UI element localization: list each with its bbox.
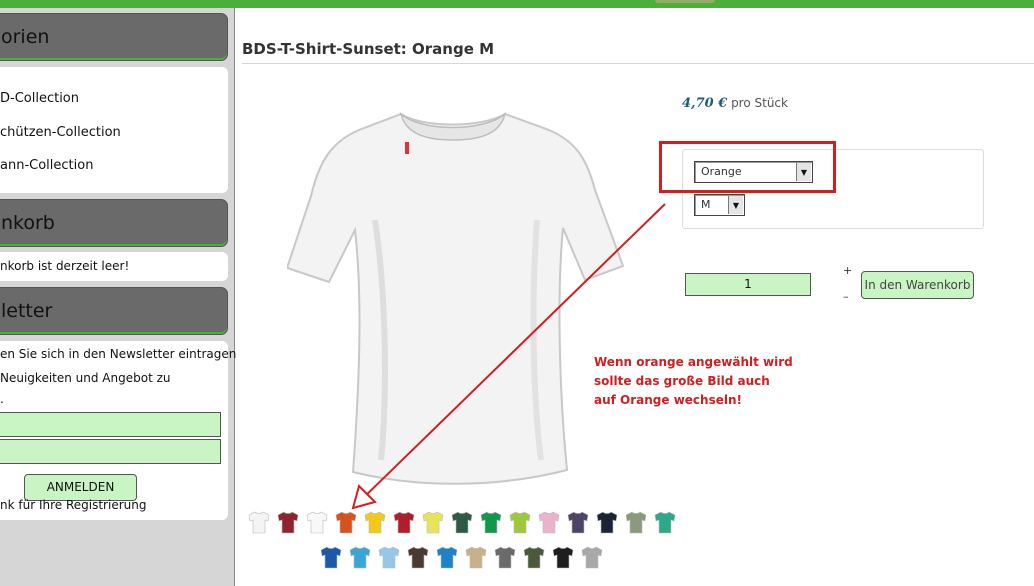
color-swatch[interactable] bbox=[479, 510, 503, 534]
subscribe-button[interactable]: ANMELDEN bbox=[24, 474, 137, 501]
categories-box: D-Collection chützen-Collection ann-Coll… bbox=[0, 67, 228, 193]
color-swatch[interactable] bbox=[537, 510, 561, 534]
price-value: 4,70 € bbox=[682, 96, 728, 111]
color-swatch[interactable] bbox=[551, 545, 575, 569]
tshirt-swatch-icon bbox=[407, 546, 429, 569]
quantity-minus[interactable]: – bbox=[843, 290, 849, 303]
newsletter-text: . bbox=[0, 392, 4, 406]
quantity-plus[interactable]: + bbox=[843, 264, 852, 277]
product-image[interactable] bbox=[287, 100, 627, 486]
annotation-line: auf Orange wechseln! bbox=[594, 393, 742, 407]
color-swatch[interactable] bbox=[464, 545, 488, 569]
color-swatch[interactable] bbox=[276, 510, 300, 534]
color-swatch[interactable] bbox=[566, 510, 590, 534]
annotation-line: sollte das große Bild auch bbox=[594, 374, 770, 388]
newsletter-text: Neuigkeiten und Angebot zu bbox=[0, 371, 171, 385]
tshirt-swatch-icon bbox=[494, 546, 516, 569]
tshirt-swatch-icon bbox=[320, 546, 342, 569]
color-swatch[interactable] bbox=[522, 545, 546, 569]
tshirt-swatch-icon bbox=[523, 546, 545, 569]
product-main: BDS-T-Shirt-Sunset: Orange M 4,70 € pro … bbox=[235, 8, 1034, 586]
cart-empty-text: nkorb ist derzeit leer! bbox=[0, 259, 130, 273]
size-select[interactable]: M ▼ bbox=[694, 194, 745, 216]
tshirt-swatch-icon bbox=[552, 546, 574, 569]
tshirt-swatch-icon bbox=[436, 546, 458, 569]
color-swatch[interactable] bbox=[493, 545, 517, 569]
newsletter-thanks-text: nk für Ihre Registrierung bbox=[0, 498, 147, 512]
tshirt-swatch-icon bbox=[378, 546, 400, 569]
color-swatch[interactable] bbox=[421, 510, 445, 534]
tshirt-swatch-icon bbox=[422, 511, 444, 534]
add-to-cart-button[interactable]: In den Warenkorb bbox=[861, 271, 974, 299]
color-swatch[interactable] bbox=[363, 510, 387, 534]
color-swatch[interactable] bbox=[653, 510, 677, 534]
tshirt-swatch-icon bbox=[248, 511, 270, 534]
cart-box: nkorb ist derzeit leer! bbox=[0, 252, 228, 281]
newsletter-title: letter bbox=[1, 300, 53, 322]
categories-title: orien bbox=[1, 26, 50, 48]
tshirt-swatch-icon bbox=[364, 511, 386, 534]
tshirt-swatch-icon bbox=[451, 511, 473, 534]
category-link[interactable]: chützen-Collection bbox=[0, 125, 121, 140]
tshirt-body bbox=[287, 112, 625, 485]
tshirt-swatch-icon bbox=[654, 511, 676, 534]
category-link[interactable]: D-Collection bbox=[0, 91, 79, 106]
annotation-note: Wenn orange angewählt wird sollte das gr… bbox=[594, 353, 793, 410]
newsletter-email-field[interactable] bbox=[0, 439, 221, 464]
sidebar: orien D-Collection chützen-Collection an… bbox=[0, 8, 237, 586]
categories-header: orien bbox=[0, 13, 228, 61]
newsletter-name-field[interactable] bbox=[0, 412, 221, 437]
size-select-value: M bbox=[701, 198, 711, 211]
color-swatch[interactable] bbox=[334, 510, 358, 534]
tshirt-swatch-icon bbox=[581, 546, 603, 569]
color-swatch[interactable] bbox=[392, 510, 416, 534]
logo-fragment bbox=[655, 0, 715, 3]
annotation-arrowhead bbox=[351, 484, 377, 510]
price: 4,70 € pro Stück bbox=[682, 96, 788, 111]
color-swatch[interactable] bbox=[319, 545, 343, 569]
newsletter-text: en Sie sich in den Newsletter eintragen bbox=[0, 347, 237, 361]
tshirt-swatch-icon bbox=[277, 511, 299, 534]
tshirt-swatch-icon bbox=[335, 511, 357, 534]
color-swatch[interactable] bbox=[450, 510, 474, 534]
quantity-input[interactable]: 1 bbox=[685, 273, 811, 296]
cart-header: nkorb bbox=[0, 199, 228, 247]
tshirt-swatch-icon bbox=[480, 511, 502, 534]
chevron-down-icon[interactable]: ▼ bbox=[728, 196, 743, 214]
tshirt-swatch-icon bbox=[465, 546, 487, 569]
newsletter-header: letter bbox=[0, 287, 228, 335]
color-swatch[interactable] bbox=[580, 545, 604, 569]
page-title: BDS-T-Shirt-Sunset: Orange M bbox=[242, 40, 495, 58]
color-swatch[interactable] bbox=[595, 510, 619, 534]
tshirt-swatch-icon bbox=[538, 511, 560, 534]
category-link[interactable]: ann-Collection bbox=[0, 158, 93, 173]
color-swatch[interactable] bbox=[435, 545, 459, 569]
color-swatch[interactable] bbox=[305, 510, 329, 534]
title-divider bbox=[242, 63, 1034, 64]
top-bar bbox=[0, 0, 1034, 8]
color-swatch[interactable] bbox=[247, 510, 271, 534]
tshirt-swatch-icon bbox=[393, 511, 415, 534]
price-unit: pro Stück bbox=[731, 96, 788, 110]
annotation-highlight-box bbox=[659, 141, 836, 193]
cart-title: nkorb bbox=[1, 212, 55, 234]
color-swatch[interactable] bbox=[624, 510, 648, 534]
tshirt-swatch-icon bbox=[596, 511, 618, 534]
tshirt-label bbox=[405, 142, 409, 154]
color-swatch[interactable] bbox=[377, 545, 401, 569]
tshirt-swatch-icon bbox=[349, 546, 371, 569]
tshirt-swatch-icon bbox=[625, 511, 647, 534]
tshirt-swatch-icon bbox=[306, 511, 328, 534]
tshirt-swatch-icon bbox=[567, 511, 589, 534]
color-swatch[interactable] bbox=[348, 545, 372, 569]
color-swatch[interactable] bbox=[508, 510, 532, 534]
tshirt-swatch-icon bbox=[509, 511, 531, 534]
color-swatch[interactable] bbox=[406, 545, 430, 569]
annotation-line: Wenn orange angewählt wird bbox=[594, 355, 793, 369]
